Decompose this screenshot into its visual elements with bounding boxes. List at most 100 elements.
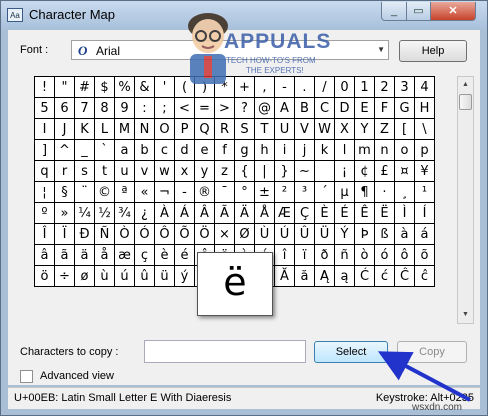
character-cell[interactable]: È (314, 202, 335, 224)
character-cell[interactable]: ą (334, 265, 355, 287)
character-cell[interactable]: à (394, 223, 415, 245)
character-cell[interactable]: k (314, 139, 335, 161)
character-cell[interactable]: K (74, 118, 95, 140)
character-cell[interactable]: 4 (414, 76, 435, 98)
character-cell[interactable]: ô (394, 244, 415, 266)
character-cell[interactable]: ò (354, 244, 375, 266)
character-cell[interactable]: & (134, 76, 155, 98)
character-cell[interactable]: $ (94, 76, 115, 98)
character-cell[interactable]: µ (334, 181, 355, 203)
character-cell[interactable]: ÷ (54, 265, 75, 287)
character-cell[interactable]: Á (174, 202, 195, 224)
character-cell[interactable]: E (354, 97, 375, 119)
character-cell[interactable]: z (214, 160, 235, 182)
character-cell[interactable]: ¼ (74, 202, 95, 224)
character-cell[interactable]: b (134, 139, 155, 161)
character-cell[interactable]: = (194, 97, 215, 119)
character-cell[interactable]: Y (354, 118, 375, 140)
character-cell[interactable]: Í (414, 202, 435, 224)
character-cell[interactable]: Õ (174, 223, 195, 245)
character-cell[interactable]: F (374, 97, 395, 119)
character-cell[interactable]: Ü (314, 223, 335, 245)
character-cell[interactable]: Ï (54, 223, 75, 245)
character-cell[interactable]: @ (254, 97, 275, 119)
character-cell[interactable]: Ç (294, 202, 315, 224)
character-cell[interactable]: h (254, 139, 275, 161)
character-cell[interactable]: : (134, 97, 155, 119)
character-cell[interactable]: J (54, 118, 75, 140)
character-cell[interactable]: « (134, 181, 155, 203)
character-cell[interactable]: Ą (314, 265, 335, 287)
character-cell[interactable]: _ (74, 139, 95, 161)
character-cell[interactable]: C (314, 97, 335, 119)
character-cell[interactable]: ù (94, 265, 115, 287)
character-cell[interactable]: ý (174, 265, 195, 287)
character-cell[interactable]: c (154, 139, 175, 161)
character-cell[interactable]: R (214, 118, 235, 140)
minimize-button[interactable]: _ (381, 2, 407, 21)
character-cell[interactable]: ¢ (354, 160, 375, 182)
character-cell[interactable]: ć (374, 265, 395, 287)
character-cell[interactable]: % (114, 76, 135, 98)
character-cell[interactable]: ` (94, 139, 115, 161)
character-cell[interactable]: ¾ (114, 202, 135, 224)
character-cell[interactable]: § (54, 181, 75, 203)
character-cell[interactable]: \ (414, 118, 435, 140)
character-cell[interactable]: ° (234, 181, 255, 203)
character-cell[interactable]: P (174, 118, 195, 140)
character-cell[interactable]: | (254, 160, 275, 182)
character-cell[interactable]: Î (34, 223, 55, 245)
character-cell[interactable]: D (334, 97, 355, 119)
character-cell[interactable]: < (174, 97, 195, 119)
scroll-down-icon[interactable]: ▼ (458, 307, 473, 323)
character-cell[interactable]: ñ (334, 244, 355, 266)
character-cell[interactable]: ® (194, 181, 215, 203)
character-cell[interactable]: { (234, 160, 255, 182)
character-cell[interactable]: ¨ (74, 181, 95, 203)
character-cell[interactable]: Ô (154, 223, 175, 245)
character-cell[interactable]: 3 (394, 76, 415, 98)
character-cell[interactable]: 8 (94, 97, 115, 119)
character-cell[interactable] (314, 160, 335, 182)
character-cell[interactable]: g (234, 139, 255, 161)
character-cell[interactable]: Ö (194, 223, 215, 245)
character-cell[interactable]: y (194, 160, 215, 182)
character-cell[interactable]: ð (314, 244, 335, 266)
character-cell[interactable]: ] (34, 139, 55, 161)
character-cell[interactable]: Ñ (94, 223, 115, 245)
character-cell[interactable]: î (274, 244, 295, 266)
character-cell[interactable]: ¤ (394, 160, 415, 182)
character-cell[interactable]: ĉ (414, 265, 435, 287)
character-cell[interactable]: M (114, 118, 135, 140)
character-cell[interactable]: Ä (234, 202, 255, 224)
character-cell[interactable]: » (54, 202, 75, 224)
character-cell[interactable]: Ê (354, 202, 375, 224)
character-cell[interactable]: t (94, 160, 115, 182)
character-cell[interactable]: B (294, 97, 315, 119)
character-cell[interactable]: é (174, 244, 195, 266)
character-cell[interactable]: ¯ (214, 181, 235, 203)
character-cell[interactable]: ă (294, 265, 315, 287)
character-cell[interactable]: á (414, 223, 435, 245)
character-cell[interactable]: u (114, 160, 135, 182)
character-cell[interactable]: [ (394, 118, 415, 140)
character-cell[interactable]: ³ (294, 181, 315, 203)
character-cell[interactable]: x (174, 160, 195, 182)
character-cell[interactable]: ± (254, 181, 275, 203)
character-cell[interactable]: Ă (274, 265, 295, 287)
character-cell[interactable]: É (334, 202, 355, 224)
character-cell[interactable]: Ć (354, 265, 375, 287)
character-cell[interactable]: ú (114, 265, 135, 287)
character-cell[interactable]: ä (74, 244, 95, 266)
character-cell[interactable]: V (294, 118, 315, 140)
character-cell[interactable]: 2 (374, 76, 395, 98)
character-cell[interactable]: û (134, 265, 155, 287)
character-cell[interactable]: Ì (394, 202, 415, 224)
character-cell[interactable]: õ (414, 244, 435, 266)
scroll-up-icon[interactable]: ▲ (458, 77, 473, 93)
character-cell[interactable]: n (374, 139, 395, 161)
select-button[interactable]: Select (314, 341, 388, 363)
character-cell[interactable]: ! (34, 76, 55, 98)
character-cell[interactable]: Ý (334, 223, 355, 245)
character-cell[interactable]: ¸ (394, 181, 415, 203)
